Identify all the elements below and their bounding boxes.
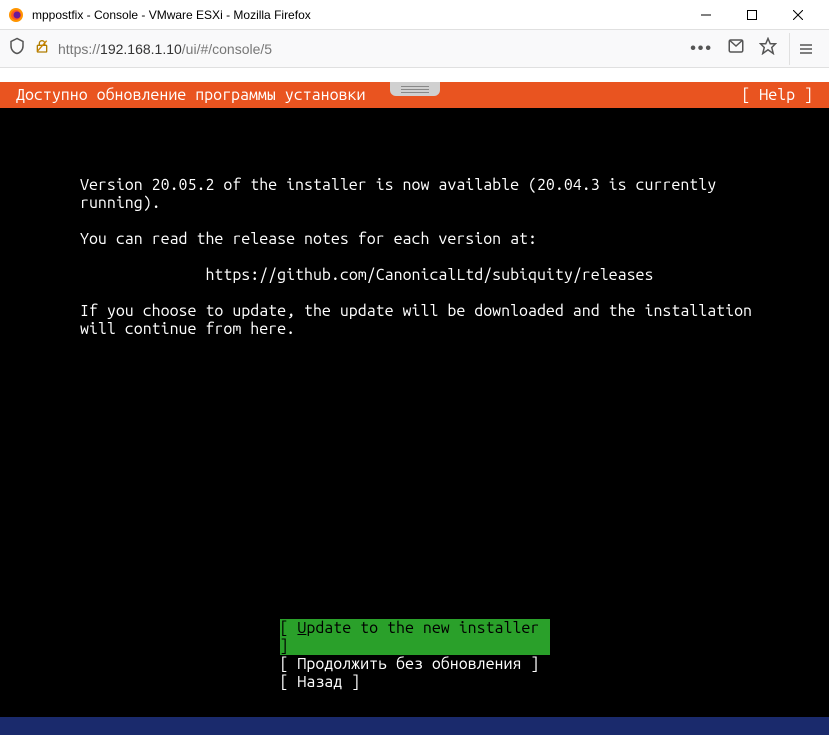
body-line-1: Version 20.05.2 of the installer is now … [80,176,725,212]
toolbar-right: ••• [690,37,777,60]
option-back[interactable]: [ Назад ] [280,673,550,691]
installer-options: [ Update to the new installer ] [ Продол… [0,619,829,691]
installer-body: Version 20.05.2 of the installer is now … [0,108,829,392]
shield-icon[interactable] [8,37,26,60]
release-notes-url: https://github.com/CanonicalLtd/subiquit… [205,266,653,284]
url-input[interactable]: https://192.168.1.10/ui/#/console/5 [58,41,682,57]
hamburger-menu-icon[interactable] [789,33,821,65]
bookmark-star-icon[interactable] [759,37,777,60]
window-titlebar: mppostfix - Console - VMware ESXi - Mozi… [0,0,829,30]
url-scheme: https:// [58,41,100,57]
window-controls [683,0,821,30]
body-line-2: You can read the release notes for each … [80,230,537,248]
close-button[interactable] [775,0,821,30]
lock-warning-icon[interactable] [34,38,50,59]
reader-icon[interactable] [727,37,745,60]
option-continue-without-update[interactable]: [ Продолжить без обновления ] [280,655,550,673]
body-line-3: If you choose to update, the update will… [80,302,761,338]
help-button[interactable]: [ Help ] [741,86,813,104]
installer-header-title: Доступно обновление программы установки [16,86,365,104]
console-viewport[interactable]: Доступно обновление программы установки … [0,82,829,735]
console-pull-tab[interactable] [390,82,440,96]
minimize-button[interactable] [683,0,729,30]
installer-footer-bar [0,717,829,735]
address-bar: https://192.168.1.10/ui/#/console/5 ••• [0,30,829,68]
url-path: /ui/#/console/5 [182,41,272,57]
url-host: 192.168.1.10 [100,41,182,57]
option-update-installer[interactable]: [ Update to the new installer ] [280,619,550,655]
firefox-icon [8,7,24,23]
maximize-button[interactable] [729,0,775,30]
page-actions-icon[interactable]: ••• [690,40,713,58]
window-title: mppostfix - Console - VMware ESXi - Mozi… [32,8,683,22]
